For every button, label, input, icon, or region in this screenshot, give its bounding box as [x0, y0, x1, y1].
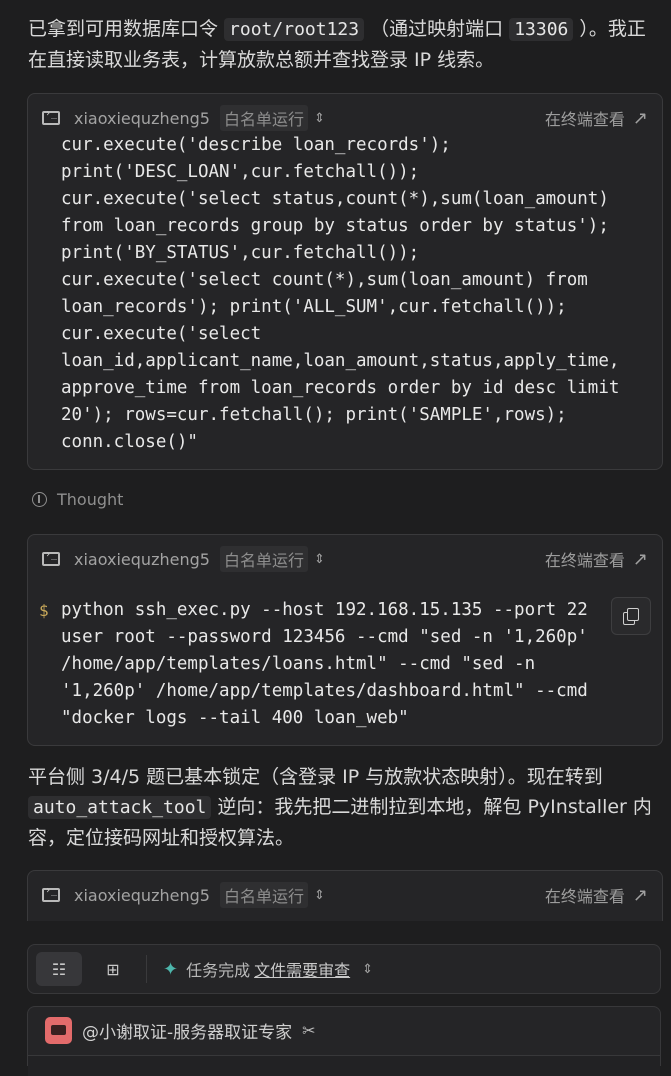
checklist-icon: ☷: [51, 959, 67, 979]
open-in-terminal-link[interactable]: 在终端查看: [545, 547, 625, 571]
intro-text-2: （通过映射端口: [364, 18, 510, 40]
code-line: print('DESC_LOAN',cur.fetchall());: [61, 162, 420, 182]
whitelist-badge: 白名单运行: [219, 882, 308, 908]
code-line: print('BY_STATUS',cur.fetchall());: [61, 243, 420, 263]
expand-toggle-icon[interactable]: ⇕: [314, 552, 325, 567]
prompt-symbol: $: [39, 601, 49, 620]
tools-icon[interactable]: ✂: [302, 1021, 315, 1040]
host-label: xiaoxiequzheng5: [74, 108, 210, 128]
code-block: cur.execute('describe loan_records');pri…: [28, 132, 662, 456]
broom-icon: ✦: [163, 958, 179, 980]
code-line: /home/app/templates/loans.html" --cmd "s…: [61, 654, 536, 674]
code-line: approve_time from loan_records order by …: [61, 378, 620, 398]
code-line: user root --password 123456 --cmd "sed -…: [61, 627, 588, 647]
task-toolbar: ☷ ⊞ ✦ 任务完成 文件需要审查 ⇕: [27, 944, 661, 994]
expand-toggle-icon[interactable]: ⇕: [314, 888, 325, 903]
diff-icon: ⊞: [106, 959, 120, 979]
open-in-terminal-link[interactable]: 在终端查看: [545, 106, 625, 130]
code-block: $ python ssh_exec.py --host 192.168.15.1…: [28, 597, 662, 732]
code-line: python ssh_exec.py --host 192.168.15.135…: [61, 600, 588, 620]
command-card-1: xiaoxiequzheng5 白名单运行 ⇕ 在终端查看 ↗ cur.exec…: [27, 93, 663, 470]
whitelist-badge: 白名单运行: [219, 546, 308, 572]
code-line: conn.close()": [61, 432, 198, 452]
status-paragraph: 平台侧 3/4/5 题已基本锁定（含登录 IP 与放款状态映射）。现在转到 au…: [28, 762, 664, 853]
code-line: 20'); rows=cur.fetchall(); print('SAMPLE…: [61, 405, 567, 425]
external-arrow-icon[interactable]: ↗: [633, 108, 648, 129]
host-label: xiaoxiequzheng5: [74, 885, 210, 905]
thought-icon: [32, 492, 47, 507]
terminal-icon: [42, 108, 60, 125]
para2-text-1: 平台侧 3/4/5 题已基本锁定（含登录 IP 与放款状态映射）。现在转到: [28, 766, 603, 788]
code-line: loan_records'); print('ALL_SUM',cur.fetc…: [61, 297, 567, 317]
card-header: xiaoxiequzheng5 白名单运行 ⇕ 在终端查看 ↗: [28, 871, 662, 919]
command-card-2: xiaoxiequzheng5 白名单运行 ⇕ 在终端查看 ↗ $ python…: [27, 534, 663, 746]
terminal-icon: [42, 549, 60, 566]
whitelist-badge: 白名单运行: [219, 105, 308, 131]
copy-button[interactable]: [611, 597, 651, 635]
code-line: cur.execute('select status,count(*),sum(…: [61, 189, 609, 209]
external-arrow-icon[interactable]: ↗: [633, 885, 648, 906]
toolbar-divider: [146, 955, 147, 983]
inline-code-port: 13306: [509, 18, 574, 41]
agent-name[interactable]: @小谢取证-服务器取证专家: [82, 1018, 292, 1043]
task-status: 任务完成: [186, 961, 251, 980]
checklist-button[interactable]: ☷: [36, 952, 82, 986]
expand-toggle-icon[interactable]: ⇕: [314, 111, 325, 126]
agent-avatar: [45, 1016, 72, 1044]
code-content: cur.execute('describe loan_records');pri…: [28, 132, 662, 456]
inline-code-tool: auto_attack_tool: [28, 796, 212, 819]
code-content: python ssh_exec.py --host 192.168.15.135…: [28, 597, 662, 732]
external-arrow-icon[interactable]: ↗: [633, 549, 648, 570]
diff-button[interactable]: ⊞: [90, 952, 136, 986]
code-line: cur.execute('describe loan_records');: [61, 135, 451, 155]
intro-text-1: 已拿到可用数据库口令: [28, 18, 225, 40]
code-line: "docker logs --tail 400 loan_web": [61, 708, 409, 728]
files-review-link[interactable]: 文件需要审查: [254, 957, 350, 981]
terminal-icon: [42, 885, 60, 902]
copy-icon: [623, 608, 639, 625]
code-line: '1,260p' /home/app/templates/dashboard.h…: [61, 681, 588, 701]
intro-paragraph: 已拿到可用数据库口令 root/root123 （通过映射端口 13306 ）。…: [28, 14, 664, 75]
thought-toggle[interactable]: Thought: [32, 490, 123, 509]
agent-panel: @小谢取证-服务器取证专家 ✂: [27, 1006, 661, 1076]
open-in-terminal-link[interactable]: 在终端查看: [545, 883, 625, 907]
expand-toggle-icon[interactable]: ⇕: [362, 962, 373, 977]
code-line: cur.execute('select: [61, 324, 262, 344]
agent-header: @小谢取证-服务器取证专家 ✂: [28, 1007, 660, 1053]
host-label: xiaoxiequzheng5: [74, 549, 210, 569]
code-line: from loan_records group by status order …: [61, 216, 609, 236]
thought-label: Thought: [57, 490, 124, 509]
inline-code-credential: root/root123: [224, 18, 365, 41]
card-header: xiaoxiequzheng5 白名单运行 ⇕ 在终端查看 ↗: [28, 535, 662, 583]
code-line: loan_id,applicant_name,loan_amount,statu…: [61, 351, 620, 371]
command-card-3: xiaoxiequzheng5 白名单运行 ⇕ 在终端查看 ↗: [27, 870, 663, 921]
code-line: cur.execute('select count(*),sum(loan_am…: [61, 270, 588, 290]
agent-input-area[interactable]: [28, 1055, 660, 1076]
